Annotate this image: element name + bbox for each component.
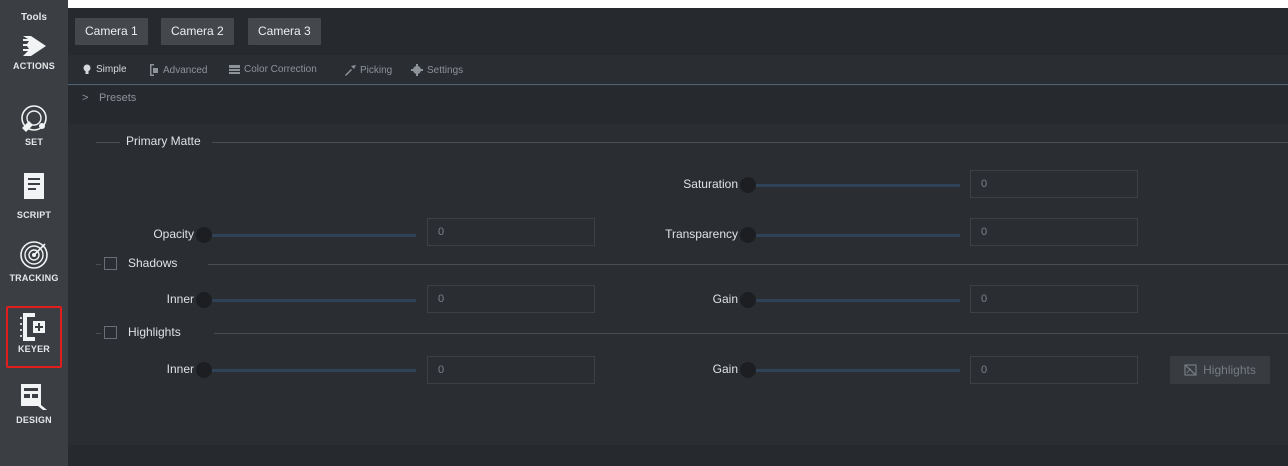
highlights-checkbox[interactable] [104, 326, 117, 339]
opacity-field[interactable]: 0 [427, 218, 595, 246]
tab-label: Picking [360, 64, 393, 76]
slider-track [204, 369, 416, 372]
camera-1-button[interactable]: Camera 1 [75, 18, 148, 45]
tool-actions[interactable]: ACTIONS [0, 34, 68, 71]
tab-settings[interactable]: Settings [411, 64, 463, 76]
gear-icon [411, 64, 423, 76]
script-document-icon [24, 173, 44, 199]
camera-3-button[interactable]: Camera 3 [248, 18, 321, 45]
keyer-advanced-icon [150, 64, 158, 76]
tab-picking[interactable]: Picking [344, 64, 392, 76]
chevron-right-icon: > [82, 92, 89, 104]
highlights-gain-slider[interactable] [740, 362, 960, 378]
color-correction-icon [229, 65, 240, 74]
tool-tracking[interactable]: TRACKING [0, 240, 68, 283]
tool-label: TRACKING [9, 273, 59, 283]
divider [96, 333, 101, 334]
keyer-tabs: Simple Advanced Color Correction Picking [68, 55, 1288, 85]
tab-label: Color Correction [244, 64, 317, 75]
divider [214, 333, 1288, 334]
tab-label: Advanced [163, 64, 208, 76]
divider [208, 264, 1288, 265]
design-panel-icon [21, 384, 47, 410]
divider [212, 142, 1288, 143]
slider-knob[interactable] [740, 227, 756, 243]
slider-track [748, 184, 960, 187]
highlights-inner-label: Inner [166, 362, 194, 376]
shadows-gain-field[interactable]: 0 [970, 285, 1138, 313]
shadows-title: Shadows [128, 256, 178, 270]
saturation-label: Saturation [683, 177, 738, 191]
divider [96, 142, 120, 143]
tool-label: SCRIPT [16, 210, 52, 220]
tool-label: DESIGN [16, 415, 52, 425]
tool-label: SET [24, 137, 44, 147]
tool-keyer[interactable]: KEYER [6, 306, 62, 368]
tab-advanced[interactable]: Advanced [148, 64, 207, 76]
tab-label: Simple [96, 64, 127, 75]
primary-matte-title: Primary Matte [126, 134, 201, 148]
highlights-button[interactable]: Highlights [1170, 356, 1270, 384]
tool-label: ACTIONS [13, 61, 55, 71]
tool-script[interactable]: SCRIPT [0, 172, 68, 220]
slider-knob[interactable] [196, 292, 212, 308]
highlights-button-label: Highlights [1203, 363, 1256, 377]
highlights-off-icon [1184, 364, 1197, 376]
slider-track [204, 299, 416, 302]
tab-simple[interactable]: Simple [82, 64, 127, 75]
highlights-gain-label: Gain [712, 362, 738, 376]
lightbulb-icon [83, 64, 91, 74]
set-satellite-icon [21, 105, 47, 132]
shadows-inner-label: Inner [166, 292, 194, 306]
shadows-inner-slider[interactable] [196, 292, 416, 308]
keyer-bracket-plus-icon [20, 313, 45, 341]
shadows-gain-slider[interactable] [740, 292, 960, 308]
slider-knob[interactable] [740, 362, 756, 378]
transparency-label: Transparency [665, 227, 738, 241]
highlights-inner-slider[interactable] [196, 362, 416, 378]
tab-color-correction[interactable]: Color Correction [229, 64, 317, 75]
tool-design[interactable]: DESIGN [0, 382, 68, 425]
highlights-gain-field[interactable]: 0 [970, 356, 1138, 384]
shadows-checkbox[interactable] [104, 257, 117, 270]
sidebar-title: Tools [21, 12, 47, 23]
tab-label: Settings [427, 64, 464, 76]
camera-bar: Camera 1 Camera 2 Camera 3 [68, 8, 1288, 55]
tool-set[interactable]: SET [0, 104, 68, 147]
slider-track [748, 299, 960, 302]
camera-2-button[interactable]: Camera 2 [161, 18, 234, 45]
opacity-slider[interactable] [196, 227, 416, 243]
slider-knob[interactable] [196, 362, 212, 378]
tools-sidebar: Tools ACTIONS SET SCRIPT TRACKING KEYER … [0, 0, 68, 466]
panel-footer [68, 445, 1288, 466]
saturation-field[interactable]: 0 [970, 170, 1138, 198]
divider [96, 264, 101, 265]
presets-label: Presets [99, 92, 137, 104]
slider-knob[interactable] [740, 292, 756, 308]
eyedropper-icon [345, 65, 356, 76]
slider-track [748, 369, 960, 372]
actions-play-icon [23, 36, 46, 56]
tool-label: KEYER [17, 344, 50, 354]
tracking-target-icon [20, 241, 48, 269]
opacity-label: Opacity [153, 227, 194, 241]
slider-track [204, 234, 416, 237]
shadows-gain-label: Gain [712, 292, 738, 306]
transparency-slider[interactable] [740, 227, 960, 243]
slider-knob[interactable] [196, 227, 212, 243]
slider-track [748, 234, 960, 237]
highlights-inner-field[interactable]: 0 [427, 356, 595, 384]
keyer-panel: Camera 1 Camera 2 Camera 3 Simple Advanc… [68, 8, 1288, 466]
highlights-title: Highlights [128, 325, 181, 339]
slider-knob[interactable] [740, 177, 756, 193]
saturation-slider[interactable] [740, 177, 960, 193]
presets-row[interactable]: > Presets [68, 86, 1288, 124]
shadows-inner-field[interactable]: 0 [427, 285, 595, 313]
transparency-field[interactable]: 0 [970, 218, 1138, 246]
